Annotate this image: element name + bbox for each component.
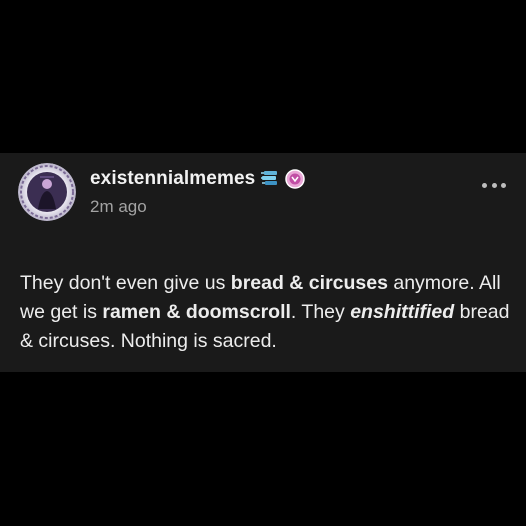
blue-stack-badge-icon: [260, 169, 280, 189]
username-link[interactable]: existennialmemes: [90, 168, 255, 190]
post-bold-text: ramen & doomscroll: [102, 301, 291, 323]
post-italic-text: enshittified: [350, 301, 455, 323]
post-text-segment: They don't even give us: [20, 272, 231, 294]
avatar-image: [18, 163, 76, 221]
post-card: existennialmemes 2m ago They don't even …: [0, 153, 526, 372]
pink-flower-badge-icon: [285, 169, 306, 189]
post-body: They don't even give us bread & circuses…: [20, 269, 516, 356]
post-text-segment: . They: [290, 301, 351, 323]
more-options-icon[interactable]: [482, 181, 506, 189]
post-bold-text: bread & circuses: [230, 272, 388, 294]
avatar[interactable]: [18, 163, 76, 221]
dot: [482, 182, 487, 188]
dot: [501, 182, 506, 188]
post-timestamp: 2m ago: [90, 197, 147, 216]
dot: [491, 182, 497, 188]
